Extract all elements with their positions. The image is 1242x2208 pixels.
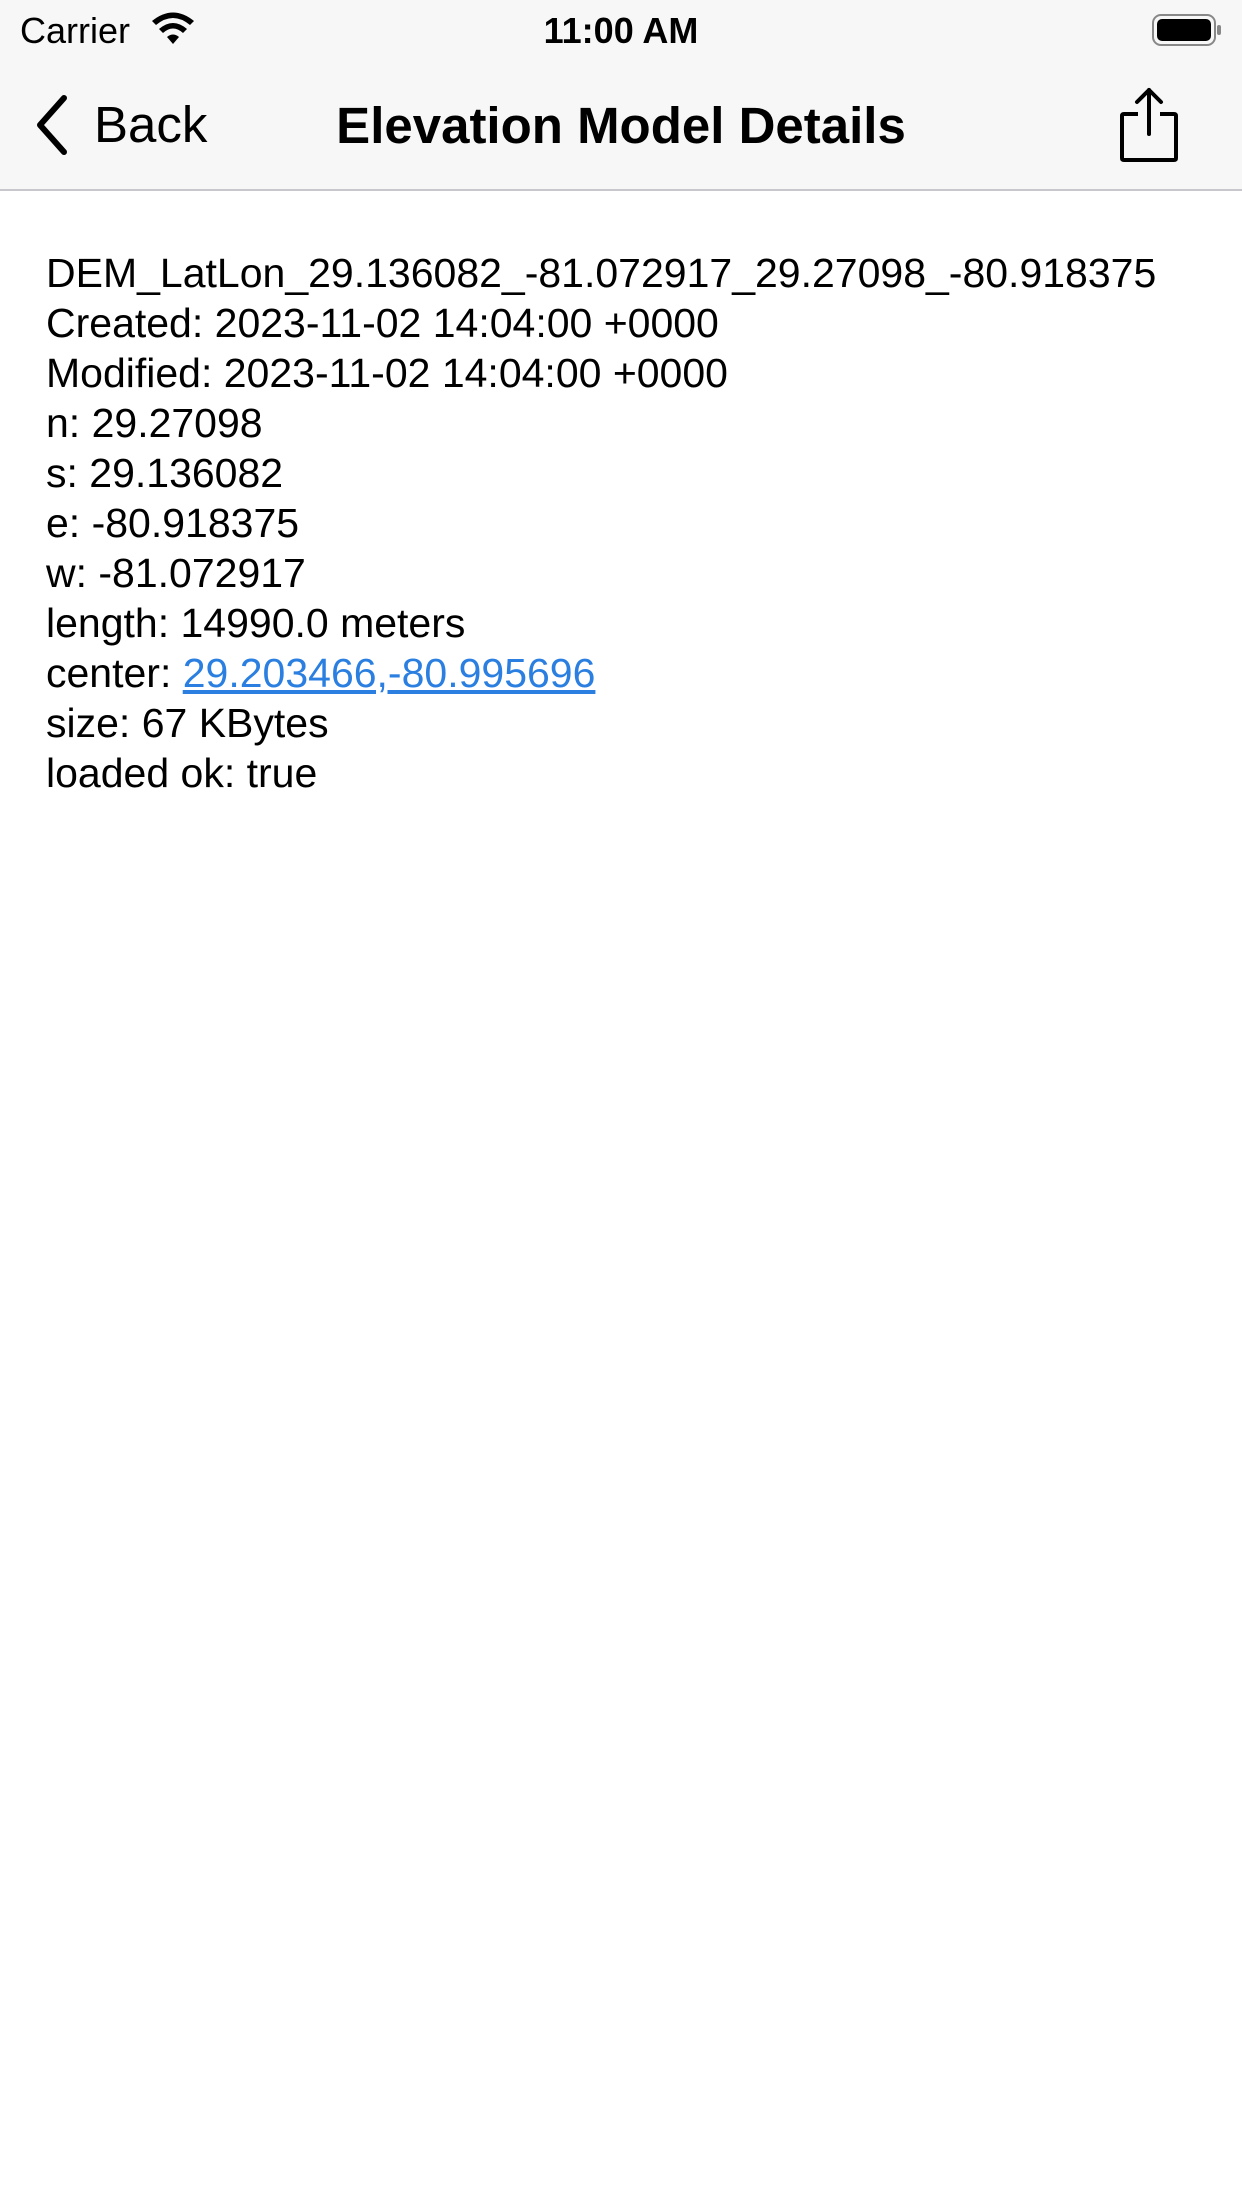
length-text: length: 14990.0 meters xyxy=(46,600,466,646)
size-text: size: 67 KBytes xyxy=(46,700,329,746)
center-row: center: 29.203466,-80.995696 xyxy=(46,648,1206,698)
screen: Carrier 11:00 AM Back Elevation Model De… xyxy=(0,0,1242,2208)
modified-text: Modified: 2023-11-02 14:04:00 +0000 xyxy=(46,350,728,396)
created-text: Created: 2023-11-02 14:04:00 +0000 xyxy=(46,300,719,346)
share-icon[interactable] xyxy=(1118,86,1180,164)
page-title: Elevation Model Details xyxy=(336,97,906,154)
status-time: 11:00 AM xyxy=(543,10,699,51)
navigation-bar: Back Elevation Model Details xyxy=(0,60,1242,191)
east-text: e: -80.918375 xyxy=(46,500,300,546)
center-link[interactable]: 29.203466,-80.995696 xyxy=(183,650,596,696)
status-bar: Carrier 11:00 AM xyxy=(0,0,1242,60)
center-label: center: xyxy=(46,650,183,696)
filename-text: DEM_LatLon_29.136082_-81.072917_29.27098… xyxy=(46,250,1157,296)
south-text: s: 29.136082 xyxy=(46,450,284,496)
details-content: DEM_LatLon_29.136082_-81.072917_29.27098… xyxy=(46,248,1206,798)
loaded-text: loaded ok: true xyxy=(46,750,318,796)
battery-full-icon xyxy=(1152,14,1221,46)
north-text: n: 29.27098 xyxy=(46,400,263,446)
west-text: w: -81.072917 xyxy=(46,550,306,596)
